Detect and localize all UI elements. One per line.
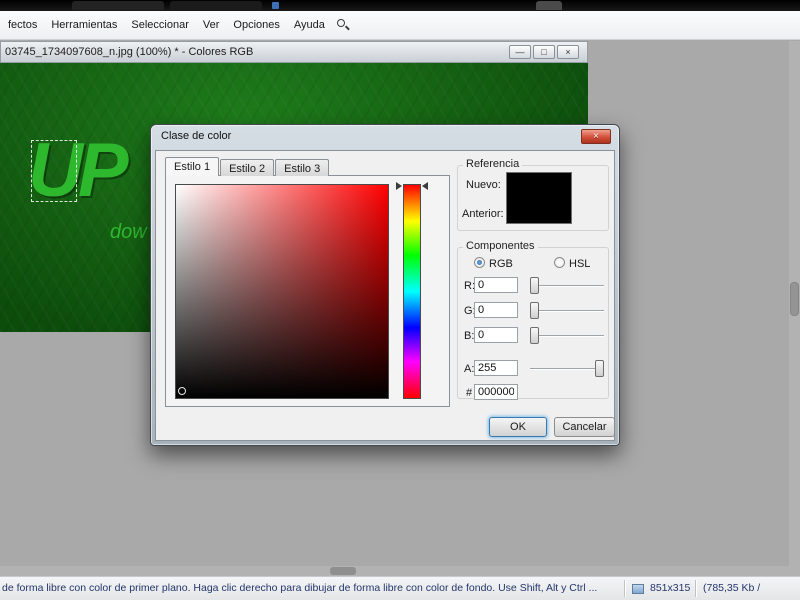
previous-color-label: Anterior: (462, 208, 504, 220)
vertical-scrollbar-thumb[interactable] (790, 282, 799, 316)
horizontal-scrollbar-thumb[interactable] (330, 567, 356, 575)
hue-marker-left-icon[interactable] (396, 182, 402, 190)
status-separator (695, 580, 696, 597)
background-tab-fragment (170, 1, 262, 10)
components-group: Componentes RGB HSL R: G: B: (457, 240, 609, 400)
alpha-label: A: (464, 363, 475, 375)
blue-slider-thumb[interactable] (530, 327, 539, 344)
screen: fectos Herramientas Seleccionar Ver Opci… (0, 0, 800, 600)
components-group-label: Componentes (463, 240, 538, 252)
hex-label: # (466, 387, 473, 399)
hue-marker-right-icon[interactable] (422, 182, 428, 190)
image-size-icon (632, 584, 644, 594)
canvas-subtext: dow (110, 221, 147, 243)
color-dialog: Clase de color × Estilo 1 Estilo 2 Estil… (150, 124, 620, 446)
hue-slider[interactable] (396, 182, 428, 399)
rgb-radio[interactable] (474, 257, 485, 268)
red-input[interactable] (474, 277, 518, 293)
background-window-fragment (536, 1, 562, 10)
red-slider[interactable] (530, 277, 604, 294)
style-tabs: Estilo 1 Estilo 2 Estilo 3 (165, 157, 330, 176)
search-icon[interactable] (336, 18, 350, 32)
status-image-size: 851x315 (650, 582, 691, 594)
reference-group: Referencia Nuevo: Anterior: (457, 158, 609, 231)
dialog-close-button[interactable]: × (581, 129, 611, 144)
selection-marquee (31, 140, 77, 202)
background-window-strip (0, 0, 800, 11)
horizontal-scrollbar-track[interactable] (0, 566, 800, 576)
reference-group-label: Referencia (463, 158, 523, 170)
status-bar: de forma libre con color de primer plano… (0, 576, 800, 600)
color-picker-panel (165, 175, 450, 407)
status-file-info: (785,35 Kb / (703, 582, 761, 594)
status-message: de forma libre con color de primer plano… (2, 582, 598, 594)
document-title: 03745_1734097608_n.jpg (100%) * - Colore… (5, 46, 254, 58)
alpha-input[interactable] (474, 360, 518, 376)
rgb-radio-label: RGB (489, 258, 513, 270)
hsl-radio[interactable] (554, 257, 565, 268)
hex-input[interactable] (474, 384, 518, 400)
color-swatch (506, 172, 572, 224)
alpha-slider[interactable] (530, 360, 604, 377)
menu-item-ayuda[interactable]: Ayuda (287, 16, 332, 34)
red-slider-thumb[interactable] (530, 277, 539, 294)
saturation-value-picker[interactable] (175, 184, 389, 399)
menu-item-herramientas[interactable]: Herramientas (44, 16, 124, 34)
background-tab-fragment (72, 1, 164, 10)
background-app-icon (272, 2, 279, 9)
dialog-client-area: Estilo 1 Estilo 2 Estilo 3 Referencia Nu… (155, 150, 615, 441)
document-titlebar[interactable]: 03745_1734097608_n.jpg (100%) * - Colore… (0, 41, 588, 63)
menu-item-efectos[interactable]: fectos (1, 16, 44, 34)
blue-label: B: (464, 330, 475, 342)
menu-item-ver[interactable]: Ver (196, 16, 227, 34)
blue-slider[interactable] (530, 327, 604, 344)
close-window-button[interactable]: × (557, 45, 579, 59)
hsl-radio-label: HSL (569, 258, 591, 270)
blue-input[interactable] (474, 327, 518, 343)
window-controls: — □ × (509, 45, 579, 59)
green-slider[interactable] (530, 302, 604, 319)
restore-button[interactable]: □ (533, 45, 555, 59)
tab-estilo-3[interactable]: Estilo 3 (275, 159, 330, 176)
green-input[interactable] (474, 302, 518, 318)
tab-estilo-2[interactable]: Estilo 2 (220, 159, 275, 176)
green-slider-thumb[interactable] (530, 302, 539, 319)
menu-bar: fectos Herramientas Seleccionar Ver Opci… (0, 11, 800, 40)
color-selection-marker[interactable] (178, 387, 186, 395)
menu-item-opciones[interactable]: Opciones (226, 16, 286, 34)
cancel-button[interactable]: Cancelar (554, 417, 615, 437)
ok-button[interactable]: OK (489, 417, 547, 437)
dialog-title[interactable]: Clase de color (161, 130, 231, 142)
minimize-button[interactable]: — (509, 45, 531, 59)
menu-item-seleccionar[interactable]: Seleccionar (124, 16, 195, 34)
tab-estilo-1[interactable]: Estilo 1 (165, 157, 220, 176)
status-separator (624, 580, 625, 597)
new-color-label: Nuevo: (466, 179, 501, 191)
alpha-slider-thumb[interactable] (595, 360, 604, 377)
